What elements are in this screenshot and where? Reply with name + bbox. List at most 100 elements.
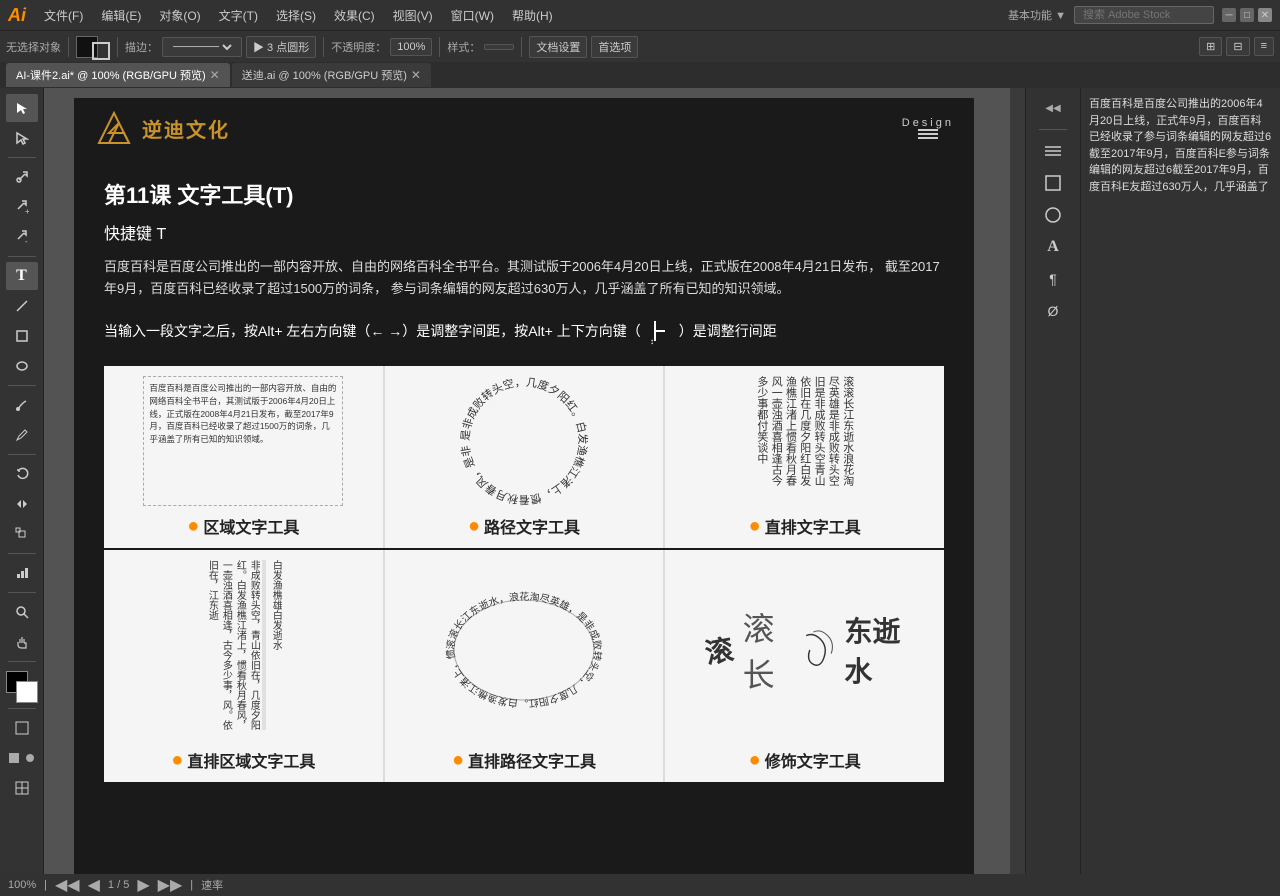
opentype-panel-icon[interactable]: Ø [1037, 297, 1069, 325]
background-color[interactable] [16, 681, 38, 703]
tools-demo-grid: 百度百科是百度公司推出的一部内容开放、自由的网络百科全书平台，其测试版于2006… [104, 366, 944, 548]
page-nav-next[interactable]: ▶▶ [158, 875, 183, 895]
line-tool[interactable] [6, 292, 38, 320]
panel-opentype-icon: Ø [1048, 303, 1059, 319]
menu-text[interactable]: 文字(T) [211, 5, 266, 26]
preview-mode[interactable] [23, 744, 37, 772]
add-anchor-tool[interactable]: + [6, 193, 38, 221]
zoom-tool[interactable] [6, 598, 38, 626]
select-tool[interactable] [6, 94, 38, 122]
hamburger-menu[interactable] [918, 129, 938, 139]
right-sep-1 [1039, 129, 1067, 130]
tab-2[interactable]: 送迪.ai @ 100% (RGB/GPU 预览) ✕ [232, 63, 431, 87]
tab-2-label: 送迪.ai @ 100% (RGB/GPU 预览) [242, 67, 407, 83]
delete-anchor-tool[interactable]: - [6, 223, 38, 251]
sep2 [117, 37, 118, 57]
arrange-button[interactable]: ⊞ [1199, 37, 1222, 56]
svg-text:↕: ↕ [650, 337, 654, 346]
align-button[interactable]: ⊟ [1226, 37, 1249, 56]
stroke-select[interactable]: ────── [169, 40, 235, 54]
minimize-button[interactable]: ─ [1222, 8, 1236, 22]
tab-1-close[interactable]: ✕ [210, 68, 220, 82]
sep4 [439, 37, 440, 57]
bullet-2: ● [468, 515, 480, 538]
doc-settings-button[interactable]: 文档设置 [529, 36, 587, 58]
menu-edit[interactable]: 编辑(E) [93, 5, 149, 26]
bullet-6: ● [749, 749, 761, 772]
tab-1-label: AI-课件2.ai* @ 100% (RGB/GPU 预览) [16, 67, 206, 83]
align-icon[interactable] [1037, 137, 1069, 165]
main-layout: + - T [0, 88, 1280, 896]
pencil-tool[interactable] [6, 421, 38, 449]
brush-tool[interactable] [6, 391, 38, 419]
pen-tool[interactable] [6, 163, 38, 191]
preferences-button[interactable]: 首选项 [591, 36, 638, 58]
maximize-button[interactable]: □ [1240, 8, 1254, 22]
vertical-text-content: 滚滚长江东逝水浪花淘尽英雄是非成败转头空旧是非成败转头空青山依旧在几度夕阳红白发… [755, 376, 855, 496]
menu-help[interactable]: 帮助(H) [504, 5, 561, 26]
chart-tool[interactable] [6, 559, 38, 587]
window-controls: ─ □ ✕ [1222, 8, 1272, 22]
full-screen-mode[interactable] [7, 744, 21, 772]
opacity-input[interactable]: 100% [390, 38, 432, 56]
tool-sep-2 [8, 256, 36, 257]
stroke-selector[interactable]: ────── [162, 37, 242, 57]
app-logo: Ai [8, 5, 26, 26]
color-panel-icon[interactable] [1037, 201, 1069, 229]
vertical-scrollbar[interactable] [1010, 88, 1025, 896]
menu-right: 基本功能 ▼ ─ □ ✕ [1008, 6, 1272, 24]
deco-char-2: 滚长 [743, 604, 789, 696]
tab-2-close[interactable]: ✕ [411, 68, 421, 82]
text-tool[interactable]: T [6, 262, 38, 290]
reflect-tool[interactable] [6, 490, 38, 518]
path-text-svg: 是非成败转头空，几度夕阳红。白发渔樵江渚上，惯看秋月春风，是非成败转头空 [424, 376, 624, 506]
search-input[interactable] [1074, 6, 1214, 24]
menu-view[interactable]: 视图(V) [385, 5, 441, 26]
text-icon: T [16, 267, 27, 285]
canvas-area[interactable]: 逆迪文化 Design 第11课 文字工具(T) 快捷键 T 百度百科是百度公司… [44, 88, 1025, 896]
arrow-desc: 当输入一段文字之后，按Alt+ 左右方向键（← →）是调整字间距，按Alt+ 上… [104, 316, 944, 346]
style-selector[interactable] [484, 44, 514, 50]
vertical-area-label: ● 直排区域文字工具 [171, 748, 315, 772]
panel-para-icon: ¶ [1049, 271, 1057, 287]
status-bar: 100% | ◀◀ ◀ 1 / 5 ▶ ▶▶ | 速率 [0, 874, 1280, 896]
ellipse-tool[interactable] [6, 352, 38, 380]
page-nav-prev[interactable]: ◀◀ [55, 875, 80, 895]
deco-char-1: 滚 [701, 628, 736, 672]
scale-tool[interactable] [6, 520, 38, 548]
more-button[interactable]: ≡ [1254, 37, 1274, 56]
menu-effect[interactable]: 效果(C) [326, 5, 383, 26]
left-tools-panel: + - T [0, 88, 44, 896]
deco-text-box: 滚 滚长 东逝水 [705, 560, 905, 740]
area-text-demo: 百度百科是百度公司推出的一部内容开放、自由的网络百科全书平台，其测试版于2006… [104, 366, 383, 548]
menu-window[interactable]: 窗口(W) [443, 5, 502, 26]
page-nav-back[interactable]: ◀ [88, 875, 100, 895]
menu-object[interactable]: 对象(O) [151, 5, 208, 26]
stroke-panel-icon[interactable] [1037, 169, 1069, 197]
deco-text-demo: 滚 滚长 东逝水 ● 修饰文字工具 [665, 550, 944, 782]
path-text-demo: 是非成败转头空，几度夕阳红。白发渔樵江渚上，惯看秋月春风，是非成败转头空 ● 路… [385, 366, 664, 548]
expand-panel-button[interactable]: ◀◀ [1037, 94, 1069, 122]
close-button[interactable]: ✕ [1258, 8, 1272, 22]
vertical-path-box: 滚滚长江东逝水，浪花淘尽英雄，是非成败转头空，几度夕阳红。白发渔樵江渚上，惯看秋… [424, 560, 624, 740]
page-nav-forward[interactable]: ▶ [137, 875, 149, 895]
hand-tool[interactable] [6, 628, 38, 656]
normal-mode[interactable] [6, 714, 38, 742]
lesson-title: 第11课 文字工具(T) [104, 178, 944, 210]
menu-select[interactable]: 选择(S) [268, 5, 324, 26]
tab-1[interactable]: AI-课件2.ai* @ 100% (RGB/GPU 预览) ✕ [6, 63, 230, 87]
text-panel-icon[interactable]: A [1037, 233, 1069, 261]
tool-sep-1 [8, 157, 36, 158]
slice-tool[interactable] [6, 774, 38, 802]
right-tools-panel: ◀◀ A ¶ Ø [1025, 88, 1080, 896]
brush-selector[interactable]: ▶ 3 点圆形 [246, 36, 316, 58]
paragraph-panel-icon[interactable]: ¶ [1037, 265, 1069, 293]
direct-select-tool[interactable] [6, 124, 38, 152]
tool-sep-3 [8, 385, 36, 386]
menu-file[interactable]: 文件(F) [36, 5, 91, 26]
logo-text: 逆迪文化 [142, 114, 230, 143]
rotate-tool[interactable] [6, 460, 38, 488]
shape-tool[interactable] [6, 322, 38, 350]
stroke-color[interactable] [92, 42, 110, 60]
menu-bar: Ai 文件(F) 编辑(E) 对象(O) 文字(T) 选择(S) 效果(C) 视… [0, 0, 1280, 30]
